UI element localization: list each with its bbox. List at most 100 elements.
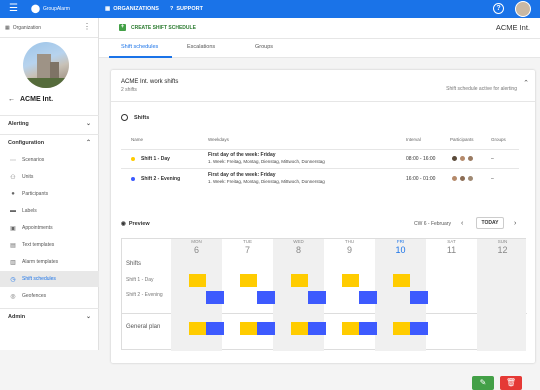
general-plan-day-block[interactable] [393, 322, 410, 335]
user-avatar[interactable] [515, 1, 531, 17]
column-header-interval: Interval [406, 137, 421, 142]
chevron-up-icon: ⌃ [85, 140, 91, 146]
tab-groups[interactable]: Groups [255, 44, 273, 50]
shift-color-dot [131, 157, 135, 161]
shift-name: Shift 1 - Day [141, 156, 170, 162]
org-title-text: ACME Int. [20, 96, 54, 103]
sidebar-item-label: Appointments [22, 225, 53, 231]
sidebar-item-label: Alarm templates [22, 259, 59, 265]
general-plan-day-block[interactable] [189, 322, 206, 335]
eye-icon: ◉ [121, 221, 126, 227]
sidebar-section-alerting[interactable]: Alerting ⌄ [0, 115, 99, 131]
general-plan-day-block[interactable] [342, 322, 359, 335]
shift-2-block[interactable] [410, 291, 428, 304]
shift-groups: – [491, 176, 494, 182]
sidebar-item-appointments[interactable]: ▣ Appointments [0, 220, 99, 236]
shift-color-dot [131, 177, 135, 181]
sidebar-item-label: Scenarios [22, 157, 45, 163]
chevron-up-icon[interactable]: ⌃ [523, 79, 529, 87]
general-plan-day-block[interactable] [291, 322, 308, 335]
shift-1-block[interactable] [189, 274, 206, 287]
pencil-icon: ✎ [479, 378, 487, 387]
scenarios-icon: ⋯ [10, 157, 16, 164]
avatar [459, 175, 466, 182]
day-number: 11 [446, 245, 457, 255]
chevron-right-icon[interactable]: › [514, 220, 516, 227]
sidebar-item-label: Participants [22, 191, 49, 197]
sidebar-item-participants[interactable]: ● Participants [0, 186, 99, 202]
chevron-left-icon[interactable]: ‹ [461, 220, 463, 227]
sidebar-item-label: Labels [22, 208, 37, 214]
day-number: 12 [497, 245, 508, 255]
sidebar-item-shift-schedules[interactable]: ◷ Shift schedules [0, 271, 99, 287]
app-logo[interactable]: ⬤ GroupAlarm [31, 4, 70, 14]
sidebar-item-geofences[interactable]: ◎ Geofences [0, 288, 99, 304]
day-header: SAT [447, 239, 456, 244]
avatar [467, 155, 474, 162]
day-column: SUN 12 [477, 239, 526, 351]
calendar-week-label: CW 6 - February [414, 221, 451, 227]
sidebar-item-labels[interactable]: ▬ Labels [0, 203, 99, 219]
day-header: THU [344, 239, 355, 244]
preview-heading-text: Preview [128, 221, 150, 227]
org-selector[interactable]: ▦ Organization ⋮ [0, 18, 98, 38]
nav-organizations[interactable]: ▦ ORGANIZATIONS [105, 5, 159, 13]
shift-1-block[interactable] [393, 274, 410, 287]
clock-icon: ◷ [10, 276, 16, 283]
shift-1-block[interactable] [240, 274, 257, 287]
more-vert-icon[interactable]: ⋮ [83, 23, 91, 31]
shift-1-block[interactable] [291, 274, 308, 287]
shift-2-block[interactable] [206, 291, 224, 304]
table-row-shift-1[interactable]: Shift 1 - Day [131, 156, 170, 162]
table-row-shift-2[interactable]: Shift 2 - Evening [131, 176, 180, 182]
sidebar-item-text-templates[interactable]: ▤ Text templates [0, 237, 99, 253]
sidebar-item-scenarios[interactable]: ⋯ Scenarios [0, 152, 99, 168]
text-template-icon: ▤ [10, 242, 16, 249]
section-label: Configuration [8, 139, 45, 146]
sidebar-item-label: Geofences [22, 293, 47, 299]
column-header-participants: Participants [450, 137, 474, 142]
general-plan-evening-block[interactable] [308, 322, 326, 335]
sidebar-section-admin[interactable]: Admin ⌄ [0, 308, 99, 324]
shift-groups: – [491, 156, 494, 162]
back-arrow-icon[interactable]: ← [8, 96, 15, 103]
day-column: SAT 11 [426, 239, 477, 351]
shift-2-block[interactable] [359, 291, 377, 304]
sidebar-section-configuration[interactable]: Configuration ⌃ [0, 134, 99, 150]
shift-1-block[interactable] [342, 274, 359, 287]
logo-mark-icon: ⬤ [31, 4, 40, 13]
schedule-status: Shift schedule active for alerting [446, 86, 517, 92]
tab-shift-schedules[interactable]: Shift schedules [121, 44, 158, 50]
row-label-shift-1: Shift 1 - Day [126, 277, 154, 283]
sidebar: ▦ Organization ⋮ ← ACME Int. Alerting ⌄ … [0, 18, 99, 350]
sidebar-item-alarm-templates[interactable]: ▥ Alarm templates [0, 254, 99, 270]
day-header: MON [191, 239, 202, 244]
sidebar-item-units[interactable]: ⚇ Units [0, 169, 99, 185]
general-plan-evening-block[interactable] [410, 322, 428, 335]
shift-interval: 16:00 - 01:00 [406, 176, 436, 182]
general-plan-day-block[interactable] [240, 322, 257, 335]
shift-2-block[interactable] [257, 291, 275, 304]
menu-icon[interactable]: ☰ [9, 4, 18, 14]
weekday-title: First day of the week: Friday [208, 152, 276, 158]
weekday-title: First day of the week: Friday [208, 172, 276, 178]
edit-button[interactable]: ✎ [472, 376, 494, 390]
shift-2-block[interactable] [308, 291, 326, 304]
nav-support[interactable]: ? SUPPORT [170, 5, 203, 13]
toolbar: + CREATE SHIFT SCHEDULE ACME Int. [99, 18, 540, 39]
tab-bar: Shift schedules Escalations Groups [99, 39, 540, 58]
shifts-heading-text: Shifts [134, 114, 150, 121]
create-shift-schedule-button[interactable]: + CREATE SHIFT SCHEDULE [119, 24, 196, 31]
building-icon: ▦ [5, 24, 10, 31]
schedule-subtitle: 2 shifts [121, 87, 137, 93]
schedule-title: ACME Int. work shifts [121, 79, 179, 85]
tab-escalations[interactable]: Escalations [187, 44, 215, 50]
logo-text: GroupAlarm [42, 6, 70, 12]
general-plan-evening-block[interactable] [257, 322, 275, 335]
today-button[interactable]: TODAY [476, 217, 504, 229]
delete-button[interactable]: 🗑 [500, 376, 522, 390]
general-plan-evening-block[interactable] [359, 322, 377, 335]
shift-preview-calendar: Shifts Shift 1 - Day Shift 2 - Evening G… [121, 238, 527, 351]
help-icon[interactable]: ? [493, 3, 504, 14]
general-plan-evening-block[interactable] [206, 322, 224, 335]
